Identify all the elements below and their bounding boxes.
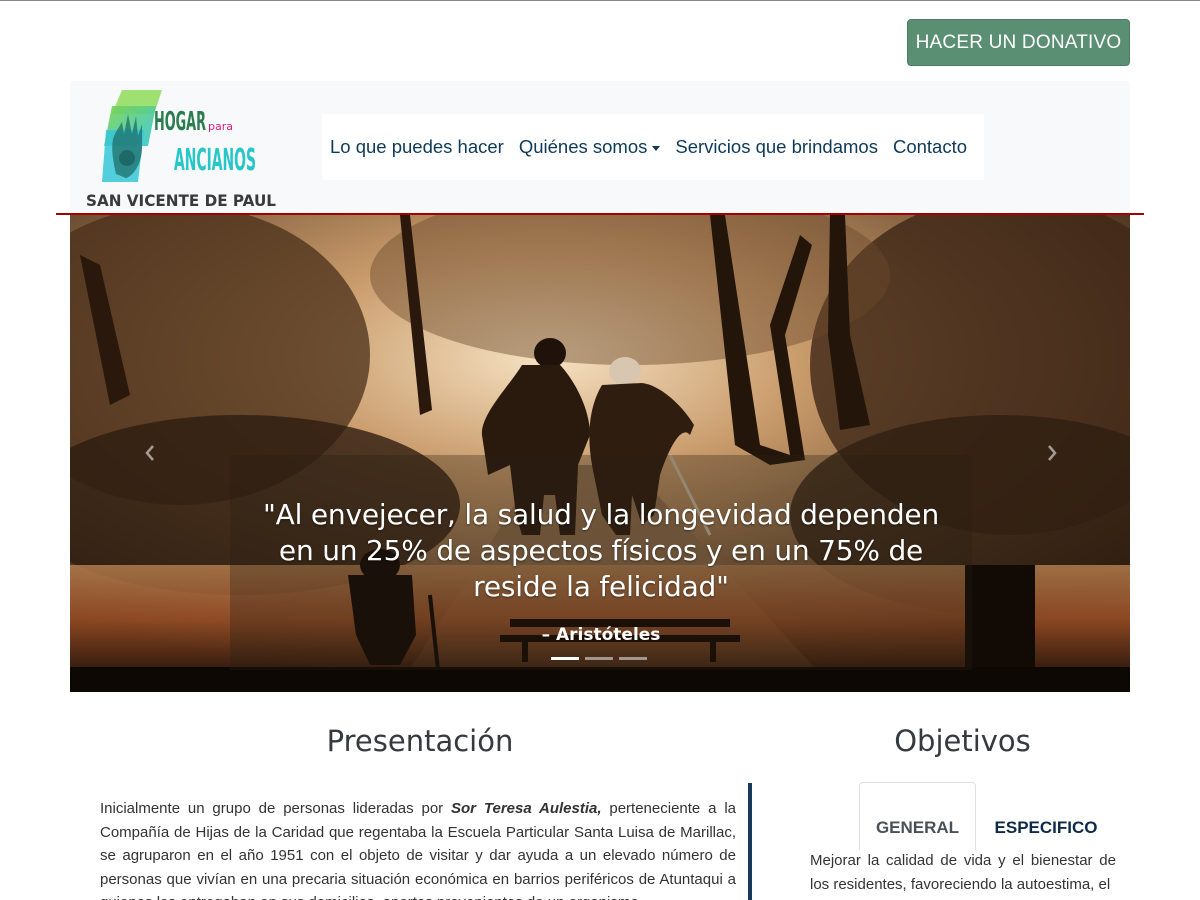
presentacion-highlight: Sor Teresa Aulestia, (451, 800, 602, 817)
nav-item-lo-que-puedes-hacer[interactable]: Lo que puedes hacer (330, 136, 504, 158)
logo-line1: HOGAR (154, 107, 206, 137)
logo-line2: ANCIANOS (174, 143, 256, 178)
objetivos-text: Mejorar la calidad de vida y el bienesta… (810, 852, 1116, 893)
caret-down-icon (652, 145, 661, 151)
objetivos-title: Objetivos (894, 724, 1031, 758)
quote-line-3: reside la felicidad" (473, 570, 729, 603)
carousel-next-button[interactable] (1042, 441, 1062, 465)
tab-especifico[interactable]: ESPECIFICO (976, 782, 1116, 850)
carousel-prev-button[interactable] (140, 441, 160, 465)
top-border (0, 0, 1200, 1)
nav-item-quienes-somos-label: Quiénes somos (518, 136, 648, 157)
hero-quote: "Al envejecer, la salud y la longevidad … (230, 497, 972, 605)
presentacion-text: Inicialmente un grupo de personas lidera… (100, 797, 736, 900)
tab-general[interactable]: GENERAL (859, 782, 976, 850)
main-nav: Lo que puedes hacer Quiénes somos Servic… (322, 114, 984, 180)
hero-carousel: "Al envejecer, la salud y la longevidad … (70, 215, 1130, 692)
presentacion-text-start: Inicialmente un grupo de personas lidera… (100, 800, 452, 817)
nav-item-contacto[interactable]: Contacto (893, 136, 967, 158)
quote-line-2: en un 25% de aspectos físicos y en un 75… (278, 534, 924, 567)
quote-author: – Aristóteles (541, 625, 661, 645)
logo-graphic: HOGAR para ANCIANOS SAN VICENTE DE PAUL (86, 90, 276, 210)
quote-line-1: "Al envejecer, la salud y la longevidad … (262, 498, 940, 531)
logo-small: para (208, 120, 233, 133)
donate-button[interactable]: HACER UN DONATIVO (907, 19, 1130, 66)
logo-line3: SAN VICENTE DE PAUL (86, 191, 276, 210)
carousel-indicator-2[interactable] (585, 657, 613, 660)
presentacion-title: Presentación (326, 724, 514, 758)
carousel-indicator-3[interactable] (619, 657, 647, 660)
chevron-right-icon (1048, 445, 1057, 461)
nav-item-quienes-somos[interactable]: Quiénes somos (519, 136, 661, 158)
carousel-indicator-1[interactable] (551, 657, 579, 660)
chevron-left-icon (145, 445, 154, 461)
section-divider (748, 783, 752, 900)
nav-item-servicios[interactable]: Servicios que brindamos (675, 136, 878, 158)
carousel-indicators (551, 657, 647, 660)
site-logo[interactable]: HOGAR para ANCIANOS SAN VICENTE DE PAUL (82, 86, 282, 210)
